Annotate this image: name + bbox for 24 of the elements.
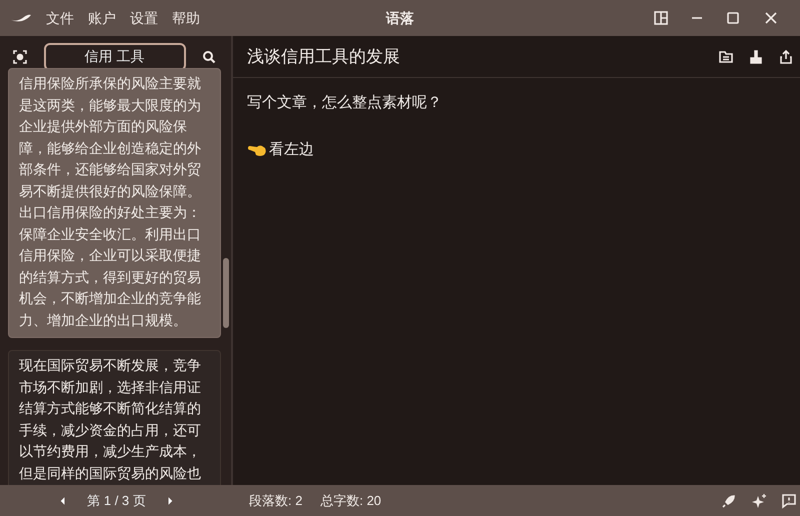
- sparkle-icon[interactable]: [750, 492, 766, 508]
- paragraph-count: 段落数: 2: [249, 492, 302, 510]
- focus-icon[interactable]: [12, 49, 28, 65]
- paragraph-text: 看左边: [269, 140, 314, 160]
- menu-item[interactable]: 账户: [81, 8, 123, 28]
- minimize-button[interactable]: [691, 16, 703, 20]
- folder-icon[interactable]: [718, 48, 734, 64]
- scrollbar[interactable]: [223, 258, 229, 328]
- paragraph-card[interactable]: 现在国际贸易不断发展，竞争市场不断加剧，选择非信用证结算方式能够不断简化结算的手续，减少资金的占用，还可以节约费用，减少生产成本，但是同样的国际贸易的风险也: [8, 350, 221, 485]
- menu-item[interactable]: 文件: [39, 8, 81, 28]
- share-icon[interactable]: [778, 48, 794, 64]
- menu-item[interactable]: 帮助: [165, 8, 207, 28]
- maximize-button[interactable]: [725, 10, 741, 26]
- window-title: 语落: [386, 8, 414, 28]
- search-icon[interactable]: [201, 49, 217, 65]
- feedback-icon[interactable]: [780, 492, 796, 508]
- paragraph-card[interactable]: 信用保险所承保的风险主要就是这两类，能够最大限度的为企业提供外部方面的风险保障，能够给企业创造稳定的外部条件，还能够给国家对外贸易不断提供很好的风险保障。出口信用保险的好处主要为：保障企业安全收汇。利用出口信用保险，企业可以采取便捷的结算方式，得到更好的贸易机会，不断增加企业的竞争能力、增加企业的出口规模。: [8, 68, 221, 338]
- paragraph-text: 写个文章，怎么整点素材呢？: [247, 93, 442, 113]
- document-title: 浅谈信用工具的发展: [247, 46, 401, 68]
- page-indicator: 第 1 / 3 页: [87, 492, 146, 510]
- menu-item[interactable]: 设置: [123, 8, 165, 28]
- layout-icon[interactable]: [653, 10, 669, 26]
- close-button[interactable]: [763, 10, 779, 26]
- word-count: 总字数: 20: [320, 492, 382, 510]
